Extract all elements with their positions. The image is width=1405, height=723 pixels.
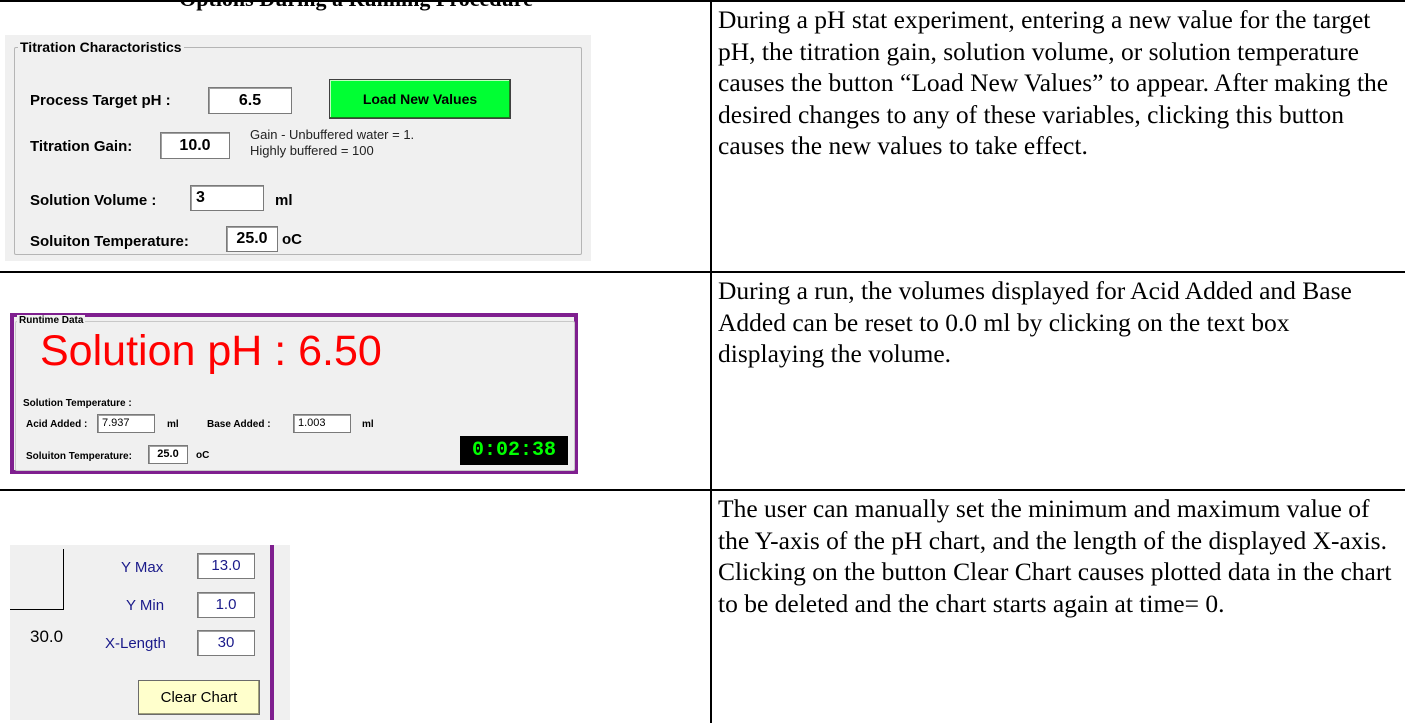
chart-x-tick-label: 30.0 [30, 627, 64, 646]
acid-added-unit: ml [167, 419, 179, 430]
base-added-label: Base Added : [207, 419, 271, 430]
target-ph-label: Process Target pH : [30, 92, 171, 109]
gain-hint-line-2: Highly buffered = 100 [250, 143, 374, 158]
chart-x-axis [10, 609, 64, 610]
solution-temperature-caption: Solution Temperature : [23, 398, 132, 409]
chart-y-axis [63, 549, 64, 610]
clear-chart-button[interactable]: Clear Chart [138, 680, 260, 715]
column-divider [710, 0, 712, 723]
target-ph-input[interactable]: 6.5 [208, 87, 292, 114]
solution-volume-label: Solution Volume : [30, 192, 157, 209]
solution-volume-unit: ml [275, 192, 293, 209]
table-border-top [0, 0, 1405, 2]
x-length-input[interactable]: 30 [197, 630, 255, 656]
runtime-panel: Runtime Data Solution pH : 6.50 Solution… [10, 313, 578, 474]
gain-hint-line-1: Gain - Unbuffered water = 1. [250, 127, 415, 142]
solution-volume-input[interactable]: 3 [190, 185, 264, 211]
y-min-input[interactable]: 1.0 [197, 592, 255, 618]
load-new-values-button[interactable]: Load New Values [329, 79, 511, 119]
elapsed-timer: 0:02:38 [460, 436, 568, 465]
row-divider [0, 271, 1405, 273]
runtime-temperature-unit: oC [196, 450, 210, 461]
y-max-label: Y Max [121, 559, 164, 576]
solution-temperature-unit: oC [282, 231, 302, 248]
titration-panel: Titration Charactoristics Process Target… [5, 35, 591, 261]
y-max-input[interactable]: 13.0 [197, 553, 255, 579]
solution-temperature-input[interactable]: 25.0 [226, 226, 278, 252]
titration-gain-input[interactable]: 10.0 [160, 132, 230, 159]
runtime-group-title: Runtime Data [17, 315, 86, 326]
base-added-unit: ml [362, 419, 374, 430]
runtime-temperature-input[interactable]: 25.0 [148, 445, 188, 464]
row-1-description: During a pH stat experiment, entering a … [718, 5, 1389, 160]
base-added-input[interactable]: 1.003 [293, 414, 351, 433]
titration-gain-label: Titration Gain: [30, 138, 133, 155]
row-divider [0, 489, 1405, 491]
titration-group-title: Titration Charactoristics [18, 39, 184, 55]
y-min-label: Y Min [126, 597, 165, 614]
solution-ph-readout: Solution pH : 6.50 [40, 327, 382, 375]
runtime-temperature-label: Soluiton Temperature: [26, 451, 132, 462]
chart-controls-panel: 30.0 Y Max 13.0 Y Min 1.0 X-Length 30 Cl… [10, 545, 290, 720]
row-3-description: The user can manually set the minimum an… [718, 494, 1392, 618]
chart-panel-divider [270, 545, 274, 720]
row-2-description: During a run, the volumes displayed for … [718, 276, 1352, 368]
x-length-label: X-Length [105, 635, 166, 652]
acid-added-label: Acid Added : [26, 419, 88, 430]
acid-added-input[interactable]: 7.937 [97, 414, 155, 433]
solution-temperature-label: Soluiton Temperature: [30, 233, 189, 250]
